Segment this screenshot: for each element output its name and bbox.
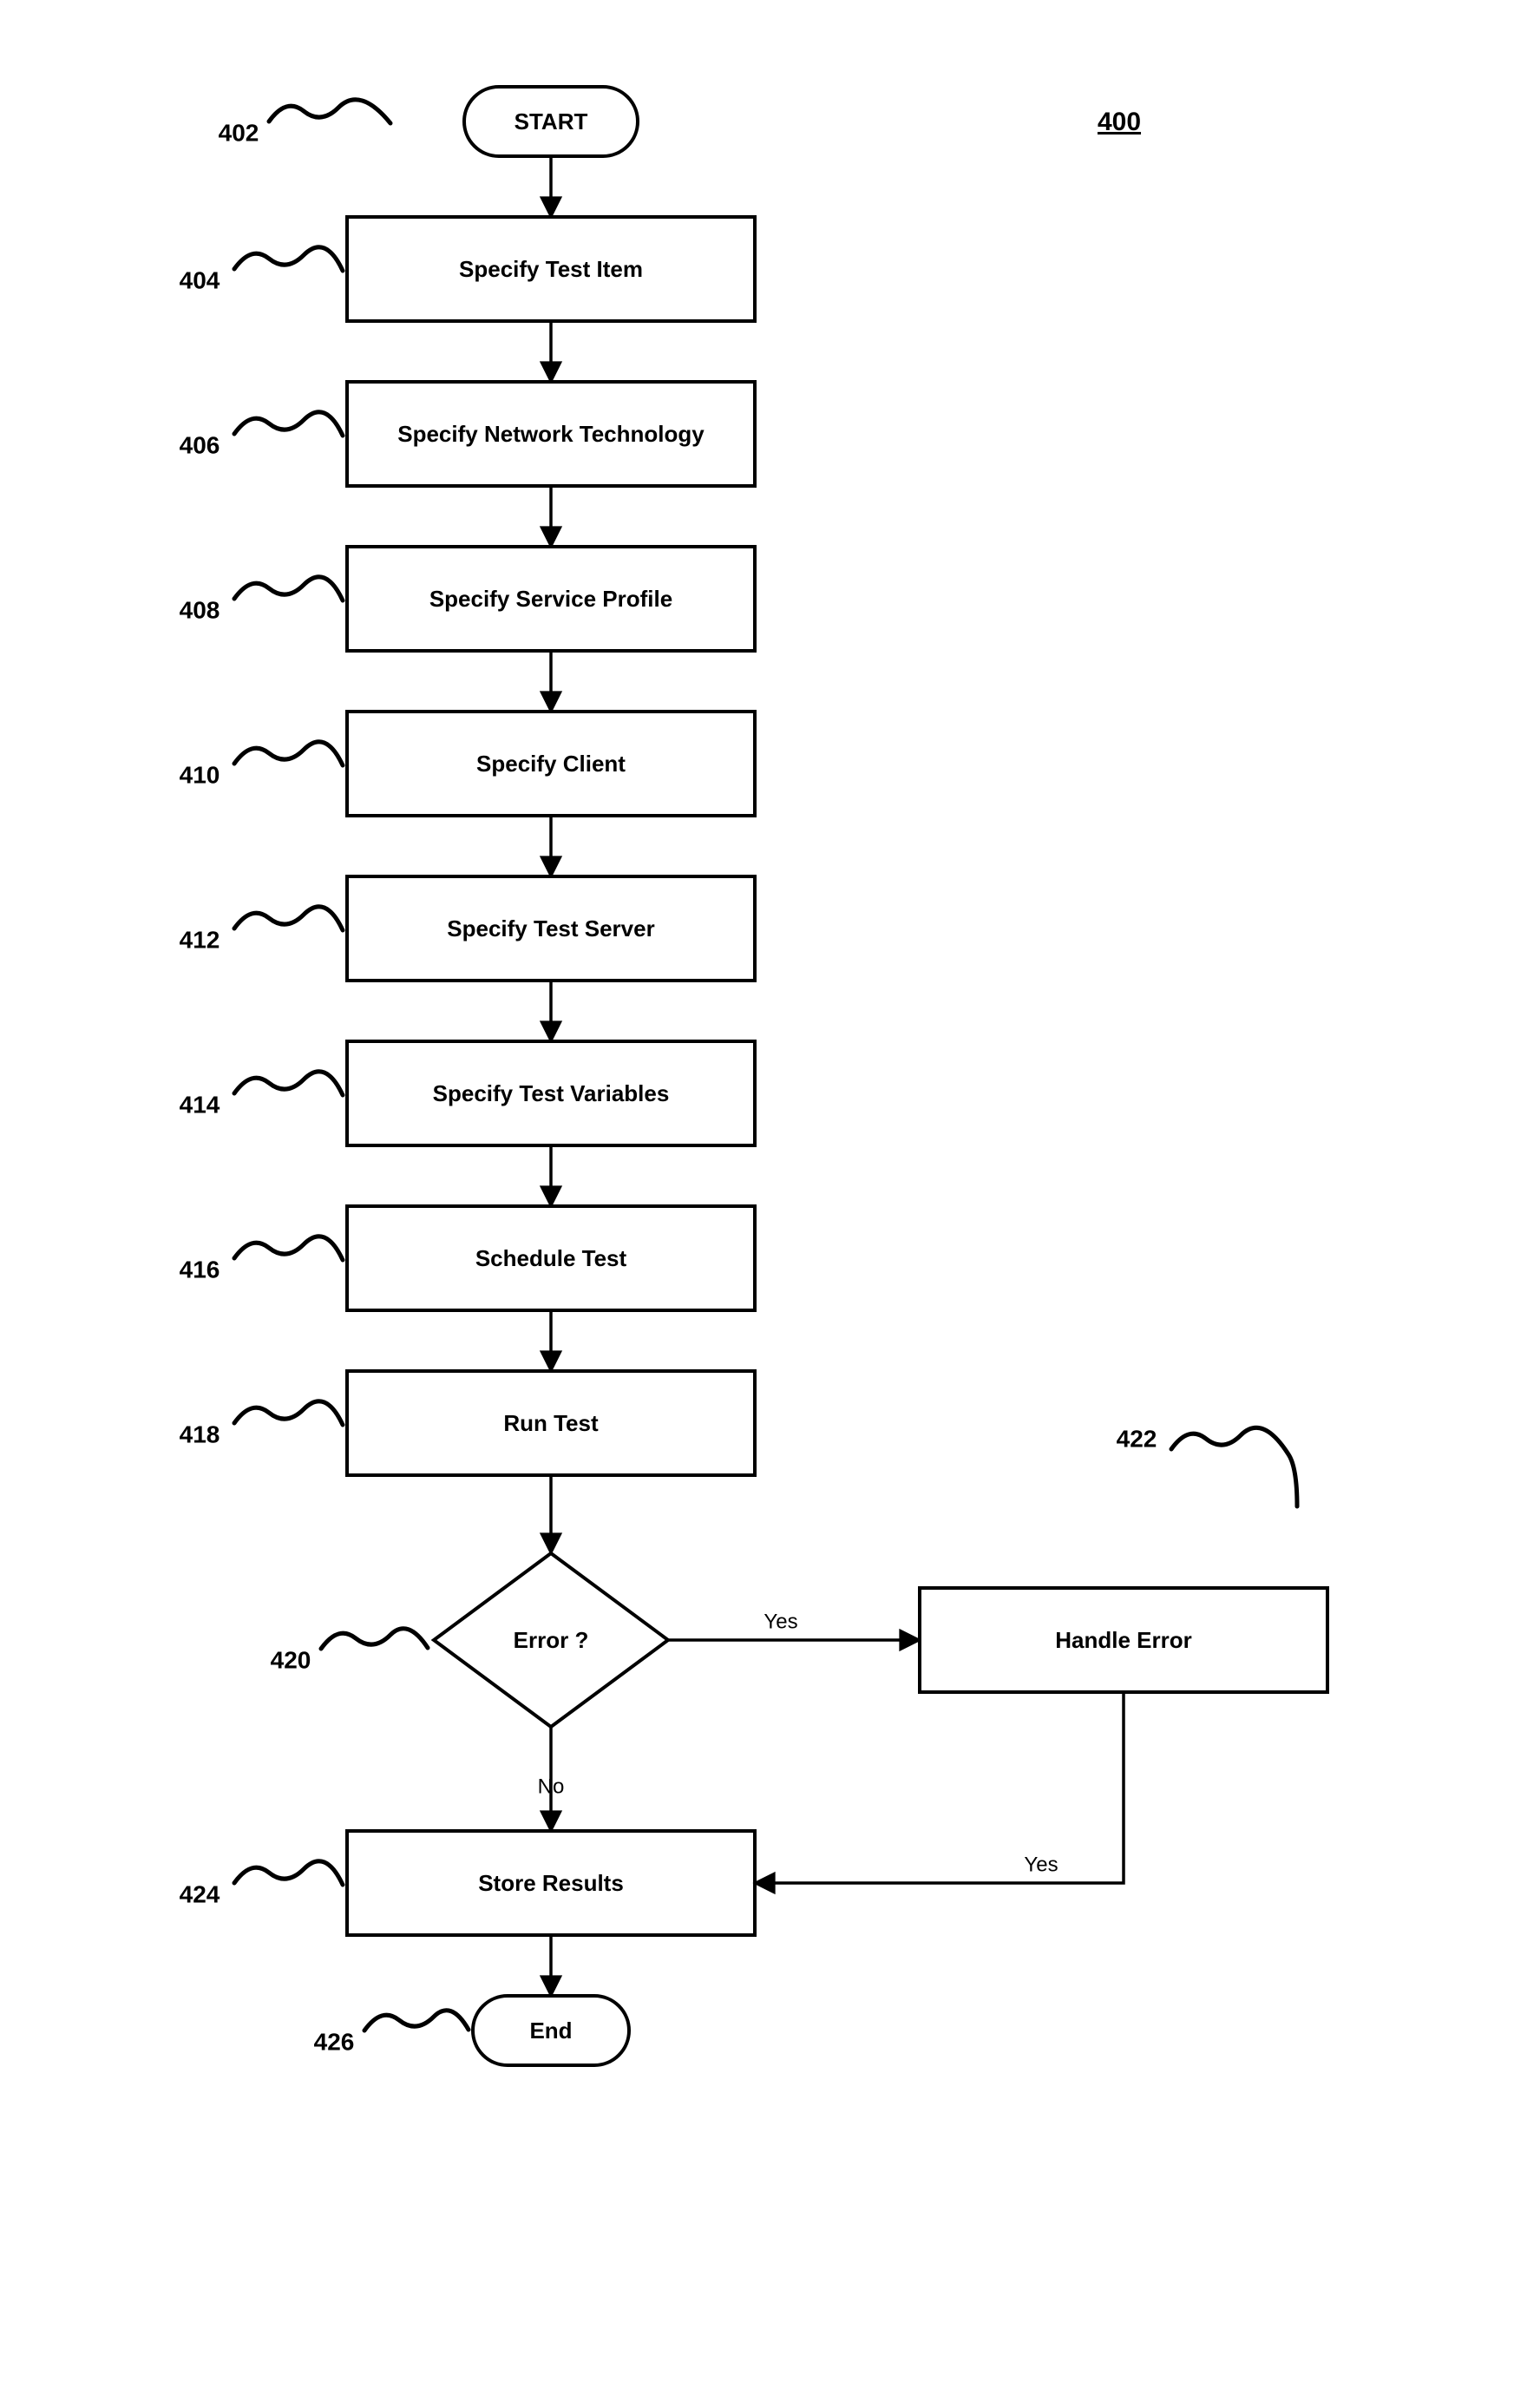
- svg-text:414: 414: [180, 1091, 220, 1118]
- node-start-label: START: [514, 108, 588, 135]
- svg-text:418: 418: [180, 1421, 220, 1447]
- svg-text:404: 404: [180, 266, 220, 293]
- svg-text:Specify Client: Specify Client: [476, 751, 626, 777]
- node-424: Store Results: [347, 1831, 755, 1935]
- node-418: Run Test: [347, 1371, 755, 1475]
- svg-text:Store Results: Store Results: [478, 1870, 624, 1896]
- node-end: End: [473, 1996, 629, 2065]
- node-412: Specify Test Server: [347, 876, 755, 981]
- ref-422: 422: [1117, 1425, 1297, 1506]
- svg-text:Schedule Test: Schedule Test: [475, 1245, 627, 1271]
- svg-text:410: 410: [180, 761, 220, 788]
- edge-yes-label: Yes: [764, 1610, 797, 1633]
- node-422: Handle Error: [920, 1588, 1327, 1692]
- ref-420: 420: [271, 1629, 428, 1674]
- ref-402: 402: [219, 100, 390, 147]
- svg-text:422: 422: [1117, 1425, 1157, 1452]
- ref-426: 426: [314, 2011, 469, 2056]
- node-410: Specify Client: [347, 712, 755, 816]
- svg-text:Specify Network Technology: Specify Network Technology: [397, 421, 705, 447]
- svg-text:416: 416: [180, 1256, 220, 1283]
- svg-text:420: 420: [271, 1646, 311, 1673]
- node-408: Specify Service Profile: [347, 547, 755, 651]
- ref-406: 406: [180, 412, 343, 459]
- ref-418: 418: [180, 1401, 343, 1448]
- svg-text:406: 406: [180, 431, 220, 458]
- ref-404: 404: [180, 247, 343, 294]
- svg-text:Specify Test Item: Specify Test Item: [459, 256, 643, 282]
- node-start: START: [464, 87, 638, 156]
- svg-text:402: 402: [219, 119, 259, 146]
- figure-id: 400: [1098, 108, 1141, 136]
- svg-text:424: 424: [180, 1880, 220, 1907]
- svg-text:Specify Test Server: Specify Test Server: [447, 915, 654, 942]
- ref-410: 410: [180, 742, 343, 789]
- ref-408: 408: [180, 577, 343, 624]
- svg-text:408: 408: [180, 596, 220, 623]
- node-414: Specify Test Variables: [347, 1041, 755, 1145]
- svg-text:Handle Error: Handle Error: [1055, 1627, 1192, 1653]
- svg-text:Error ?: Error ?: [514, 1627, 589, 1653]
- node-416: Schedule Test: [347, 1206, 755, 1310]
- flowchart: 400 START 402 Specify Test Item 404 Spec…: [0, 0, 1514, 2408]
- svg-text:End: End: [529, 2018, 572, 2044]
- svg-text:Specify Service Profile: Specify Service Profile: [429, 586, 672, 612]
- svg-text:Run Test: Run Test: [503, 1410, 599, 1436]
- ref-416: 416: [180, 1237, 343, 1283]
- node-406: Specify Network Technology: [347, 382, 755, 486]
- node-404: Specify Test Item: [347, 217, 755, 321]
- svg-text:Specify Test Variables: Specify Test Variables: [433, 1080, 670, 1106]
- edge-yes2-label: Yes: [1024, 1853, 1058, 1876]
- svg-text:412: 412: [180, 926, 220, 953]
- ref-424: 424: [180, 1861, 343, 1908]
- node-decision-420: Error ?: [434, 1553, 668, 1727]
- ref-412: 412: [180, 907, 343, 954]
- edge-no-label: No: [538, 1775, 565, 1798]
- svg-text:426: 426: [314, 2028, 355, 2055]
- ref-414: 414: [180, 1072, 343, 1119]
